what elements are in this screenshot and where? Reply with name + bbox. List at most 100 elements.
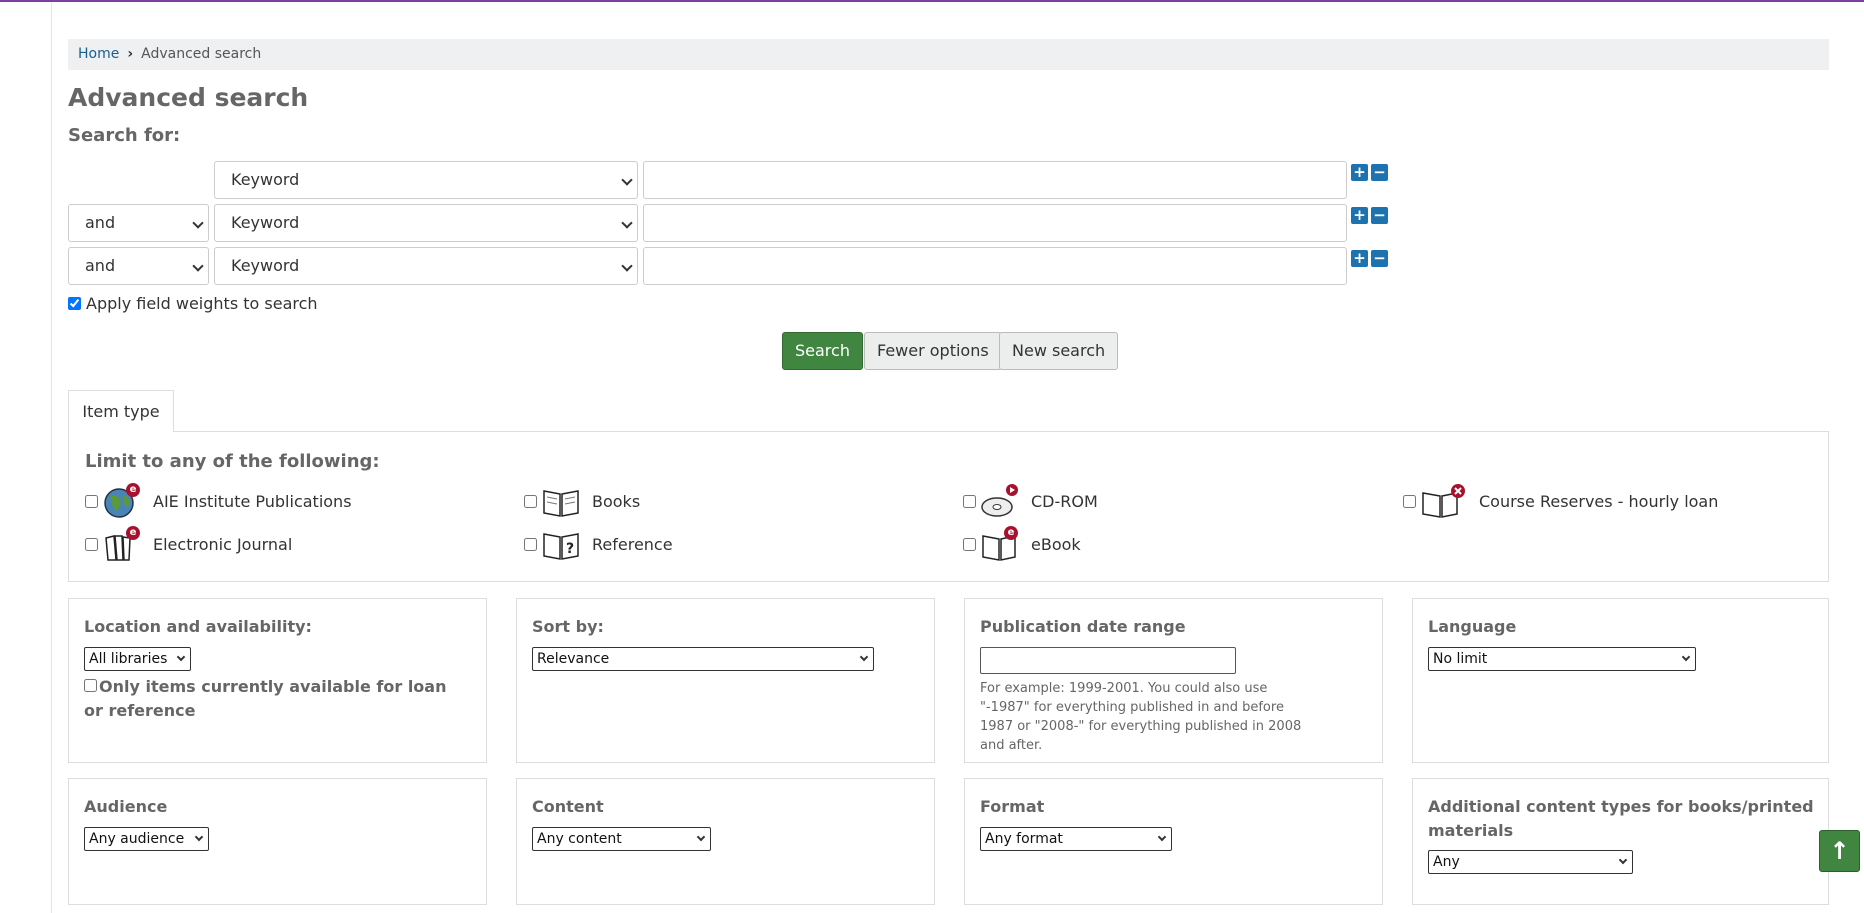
search-term-input-2[interactable] [643,204,1347,242]
item-type-label: Course Reserves - hourly loan [1479,491,1719,511]
add-row-plus-icon[interactable]: + [1351,207,1368,224]
search-index-select-2[interactable]: Keyword [214,204,638,242]
content-box: Content Any content [516,778,935,905]
add-row-plus-icon[interactable]: + [1351,164,1368,181]
location-label: Location and availability: [84,617,312,636]
audience-label: Audience [84,797,168,816]
audience-box: Audience Any audience [68,778,487,905]
add-row-plus-icon[interactable]: + [1351,250,1368,267]
remove-row-minus-icon[interactable]: − [1371,164,1388,181]
reference-book-icon: ? [541,526,581,562]
chevron-down-icon [1157,832,1167,842]
content-select[interactable]: Any content [532,827,711,851]
search-term-input-3[interactable] [643,247,1347,285]
language-select[interactable]: No limit [1428,647,1696,671]
boolean-operator-select-3[interactable]: and [68,247,209,285]
item-type-checkbox[interactable] [524,537,537,551]
page-title: Advanced search [68,83,309,112]
only-available-label: Only items currently available for loan … [84,677,447,720]
remove-row-minus-icon[interactable]: − [1371,207,1388,224]
fewer-options-button[interactable]: Fewer options [864,332,1002,370]
ebook-icon: e [980,526,1020,562]
item-type-label: AIE Institute Publications [153,491,352,511]
chevron-down-icon [621,174,633,186]
item-type-label: Reference [592,534,673,554]
additional-content-select[interactable]: Any [1428,850,1633,874]
item-type-checkbox[interactable] [85,537,98,551]
cd-rom-icon [980,483,1020,519]
chevron-down-icon [621,217,633,229]
pubdate-input[interactable] [980,647,1236,674]
only-available-checkbox[interactable] [84,679,97,692]
item-type-option[interactable]: ? Reference [524,526,673,562]
boolean-operator-select-2[interactable]: and [68,204,209,242]
format-select[interactable]: Any format [980,827,1172,851]
pubdate-hint: For example: 1999-2001. You could also u… [980,681,1302,753]
audience-select[interactable]: Any audience [84,827,209,851]
chevron-down-icon [1618,855,1628,865]
additional-content-label: Additional content types for books/print… [1428,797,1814,840]
item-type-label: eBook [1031,534,1081,554]
audience-select-value: Any audience [89,831,185,847]
search-index-value: Keyword [231,170,300,189]
back-to-top-arrow-icon[interactable]: ↑ [1819,830,1860,872]
item-type-checkbox[interactable] [963,537,976,551]
search-index-select-3[interactable]: Keyword [214,247,638,285]
chevron-down-icon [194,832,204,842]
only-available-option[interactable]: Only items currently available for loan … [84,675,464,723]
item-type-checkbox[interactable] [1403,494,1416,508]
breadcrumb: Home › Advanced search [68,39,1829,70]
language-box: Language No limit [1412,598,1829,763]
limit-label: Limit to any of the following: [85,451,380,472]
globe-e-icon: e [102,483,142,519]
item-type-option[interactable]: Books [524,483,640,519]
breadcrumb-home-link[interactable]: Home [78,46,119,62]
item-type-panel: Limit to any of the following: e AIE Ins… [68,431,1829,582]
apply-weights-checkbox[interactable] [68,297,81,310]
search-term-input-1[interactable] [643,161,1347,199]
tab-item-type[interactable]: Item type [68,390,174,432]
chevron-down-icon [192,260,204,272]
search-for-label: Search for: [68,125,181,146]
format-box: Format Any format [964,778,1383,905]
chevron-down-icon [176,652,186,662]
format-label: Format [980,797,1045,816]
item-type-checkbox[interactable] [524,494,537,508]
e-badge-icon: e [126,526,140,540]
search-index-value: Keyword [231,213,300,232]
item-type-option[interactable]: e Electronic Journal [85,526,292,562]
item-type-checkbox[interactable] [963,494,976,508]
chevron-down-icon [621,260,633,272]
additional-content-select-value: Any [1433,854,1460,870]
item-type-option[interactable]: e eBook [963,526,1081,562]
content-label: Content [532,797,604,816]
chevron-down-icon [192,217,204,229]
svg-text:?: ? [566,541,574,557]
item-type-checkbox[interactable] [85,494,98,508]
new-search-button[interactable]: New search [999,332,1119,370]
search-button[interactable]: Search [782,332,863,370]
format-select-value: Any format [985,831,1063,847]
library-select[interactable]: All libraries [84,647,191,671]
search-index-select-1[interactable]: Keyword [214,161,638,199]
sort-label: Sort by: [532,617,604,636]
book-x-icon [1420,483,1468,519]
journal-e-icon: e [102,526,142,562]
additional-content-box: Additional content types for books/print… [1412,778,1829,905]
e-badge-icon: e [126,483,140,497]
item-type-option[interactable]: e AIE Institute Publications [85,483,352,519]
sort-box: Sort by: Relevance [516,598,935,763]
item-type-label: Electronic Journal [153,534,293,554]
language-select-value: No limit [1433,651,1488,667]
item-type-option[interactable]: CD-ROM [963,483,1098,519]
location-availability-box: Location and availability: All libraries… [68,598,487,763]
remove-row-minus-icon[interactable]: − [1371,250,1388,267]
chevron-down-icon [696,832,706,842]
boolean-operator-value: and [85,256,116,275]
sort-select-value: Relevance [537,651,610,667]
apply-field-weights[interactable]: Apply field weights to search [68,294,318,313]
item-type-option[interactable]: Course Reserves - hourly loan [1403,483,1718,519]
main-content: Home › Advanced search Advanced search Sea… [51,2,1864,913]
content-select-value: Any content [537,831,622,847]
sort-select[interactable]: Relevance [532,647,874,671]
